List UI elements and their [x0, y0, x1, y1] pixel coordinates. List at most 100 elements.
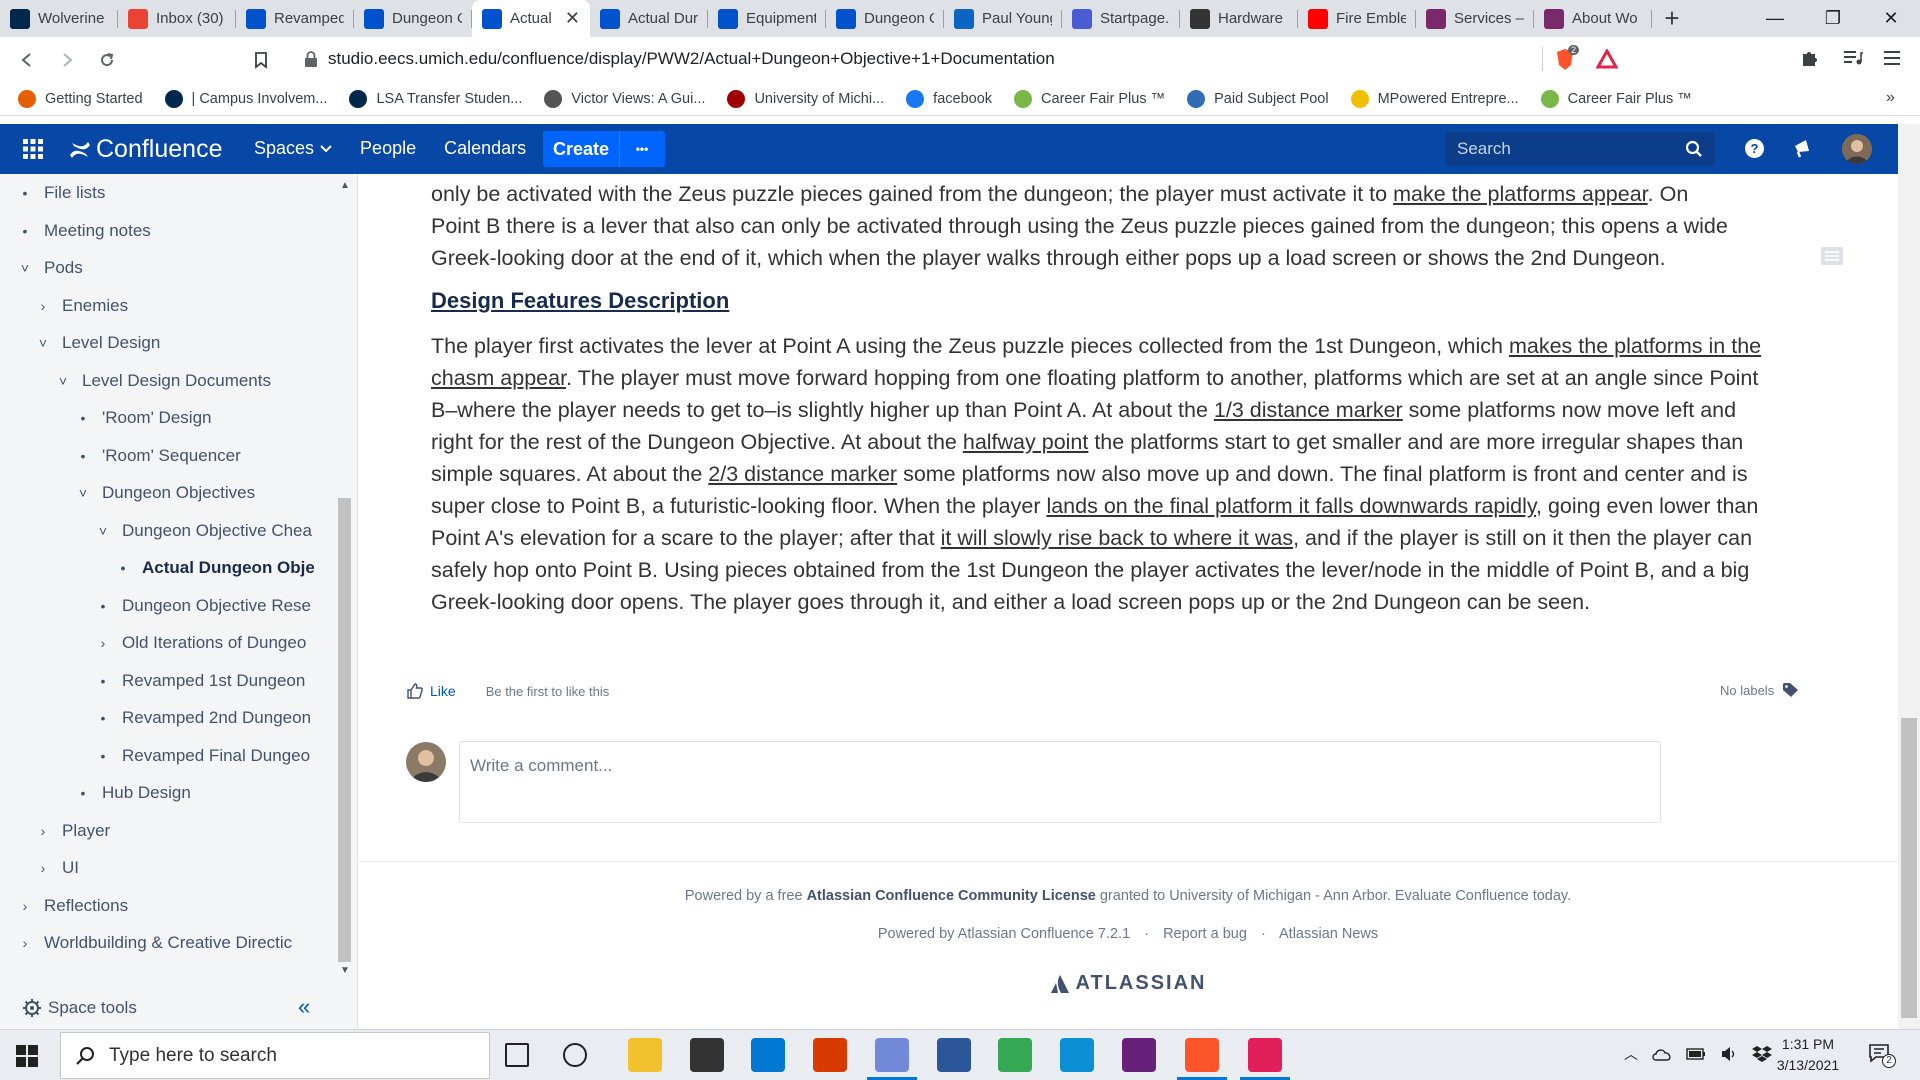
browser-tab[interactable]: About Wo — [1534, 0, 1652, 37]
brave-icon[interactable] — [1185, 1038, 1219, 1072]
browser-tab[interactable]: Hardware — [1180, 0, 1298, 37]
page-outline-button[interactable] — [1820, 246, 1844, 271]
chevron-right-icon[interactable]: › — [32, 298, 54, 314]
sidebar-item[interactable]: ˅ Dungeon Objectives — [72, 478, 314, 508]
chevron-down-icon[interactable]: ˅ — [32, 335, 54, 351]
scroll-down-arrow-icon[interactable]: ▼ — [340, 965, 350, 976]
reload-button[interactable] — [92, 45, 122, 75]
browser-tab[interactable]: Actual ✕ — [472, 0, 590, 37]
chevron-down-icon[interactable]: ˅ — [14, 260, 36, 276]
sidebar-item[interactable]: › UI — [32, 853, 314, 883]
chevron-right-icon[interactable]: › — [32, 823, 54, 839]
url-bar[interactable]: studio.eecs.umich.edu/confluence/display… — [292, 43, 1557, 75]
chevron-right-icon[interactable]: › — [14, 935, 36, 951]
clock[interactable]: 1:31 PM 3/13/2021 — [1768, 1034, 1848, 1076]
chevron-down-icon[interactable]: ˅ — [92, 523, 114, 539]
nav-calendars[interactable]: Calendars — [444, 138, 526, 159]
bookmark-item[interactable]: Victor Views: A Gui... — [544, 89, 705, 108]
inline-link[interactable]: halfway point — [963, 430, 1089, 454]
office-icon[interactable] — [813, 1038, 847, 1072]
browser-tab[interactable]: Dungeon O — [354, 0, 472, 37]
mail-icon[interactable] — [751, 1038, 785, 1072]
browser-tab[interactable]: Actual Dur — [590, 0, 708, 37]
slack-icon[interactable] — [1248, 1038, 1282, 1072]
inline-link[interactable]: 1/3 distance marker — [1214, 398, 1403, 422]
bookmark-item[interactable]: University of Michi... — [727, 89, 884, 108]
help-button[interactable]: ? — [1744, 138, 1765, 164]
bookmark-item[interactable]: facebook — [906, 89, 992, 108]
sidebar-item[interactable]: • Revamped 2nd Dungeon — [92, 703, 314, 733]
powered-by-link[interactable]: Powered by Atlassian Confluence 7.2.1 — [878, 926, 1130, 942]
sidebar-item[interactable]: • Meeting notes — [14, 216, 314, 246]
license-bold[interactable]: Atlassian Confluence Community License — [807, 888, 1096, 904]
inline-link[interactable]: 2/3 distance marker — [708, 462, 897, 486]
bookmark-item[interactable]: Paid Subject Pool — [1187, 89, 1329, 108]
extensions-button[interactable] — [1800, 48, 1820, 74]
chevron-right-icon[interactable]: › — [32, 860, 54, 876]
bookmarks-overflow-icon[interactable]: » — [1886, 89, 1895, 107]
browser-menu-button[interactable] — [1882, 48, 1902, 73]
atlassian-news-link[interactable]: Atlassian News — [1279, 926, 1378, 942]
new-tab-button[interactable]: + — [1652, 0, 1692, 37]
notifications-button[interactable] — [1792, 138, 1812, 164]
bookmark-item[interactable]: | Campus Involvem... — [164, 89, 327, 108]
inline-link[interactable]: it will slowly rise back to where it was — [941, 526, 1293, 550]
atlassian-logo[interactable]: ATLASSIAN — [358, 972, 1898, 995]
store-icon[interactable] — [690, 1038, 724, 1072]
file-explorer-icon[interactable] — [628, 1038, 662, 1072]
sidebar-item[interactable]: › Old Iterations of Dungeo — [92, 628, 314, 658]
tray-overflow-icon[interactable]: ︿ — [1624, 1044, 1638, 1064]
sidebar-item[interactable]: • Dungeon Objective Rese — [92, 591, 314, 621]
playlist-button[interactable] — [1842, 48, 1864, 73]
search-input[interactable]: Search — [1445, 132, 1715, 166]
report-bug-link[interactable]: Report a bug — [1163, 926, 1247, 942]
browser-tab[interactable]: Startpage.c — [1062, 0, 1180, 37]
collapse-sidebar-button[interactable]: « — [298, 994, 310, 1020]
brave-shields-button[interactable]: 2 — [1554, 45, 1580, 72]
page-scroll-thumb[interactable] — [1901, 718, 1917, 1018]
edge-icon[interactable] — [1060, 1038, 1094, 1072]
start-button[interactable] — [16, 1045, 38, 1072]
scroll-up-arrow-icon[interactable]: ▲ — [340, 180, 350, 191]
sidebar-item[interactable]: › Reflections — [14, 891, 314, 921]
sidebar-item[interactable]: • Hub Design — [72, 778, 314, 808]
sidebar-item[interactable]: • Revamped 1st Dungeon — [92, 666, 314, 696]
chevron-down-icon[interactable]: ˅ — [52, 373, 74, 389]
tag-icon[interactable] — [1782, 682, 1800, 698]
chevron-right-icon[interactable]: › — [92, 635, 114, 651]
make-platforms-appear-link[interactable]: make the platforms appear — [1393, 182, 1648, 206]
sidebar-item[interactable]: › Player — [32, 816, 314, 846]
minimize-button[interactable]: — — [1746, 0, 1804, 37]
sidebar-item[interactable]: • 'Room' Design — [72, 403, 314, 433]
sidebar-item[interactable]: • 'Room' Sequencer — [72, 441, 314, 471]
visual-studio-icon[interactable] — [1122, 1038, 1156, 1072]
sidebar-item[interactable]: ˅ Level Design — [32, 328, 314, 358]
sidebar-scroll-thumb[interactable] — [338, 498, 351, 962]
browser-tab[interactable]: Wolverine — [0, 0, 118, 37]
bookmark-item[interactable]: Career Fair Plus ™ — [1014, 89, 1165, 108]
browser-tab[interactable]: Fire Emble — [1298, 0, 1416, 37]
confluence-logo[interactable]: Confluence — [68, 135, 222, 164]
inline-link[interactable]: lands on the final platform it falls dow… — [1046, 494, 1536, 518]
bookmark-item[interactable]: Career Fair Plus ™ — [1540, 89, 1692, 108]
user-avatar[interactable] — [1842, 134, 1872, 164]
discord-icon[interactable] — [875, 1038, 909, 1072]
bookmark-item[interactable]: LSA Transfer Studen... — [349, 89, 522, 108]
forward-button[interactable] — [52, 45, 82, 75]
taskbar-search-box[interactable]: Type here to search — [60, 1032, 490, 1079]
onedrive-icon[interactable] — [1652, 1047, 1672, 1061]
browser-tab[interactable]: Paul Young — [944, 0, 1062, 37]
browser-tab[interactable]: Revamped — [236, 0, 354, 37]
browser-tab[interactable]: Dungeon O — [826, 0, 944, 37]
close-window-button[interactable]: ✕ — [1862, 0, 1920, 37]
close-tab-icon[interactable]: ✕ — [565, 8, 580, 29]
sidebar-item-current[interactable]: • Actual Dungeon Obje — [112, 553, 314, 583]
bookmark-item[interactable]: MPowered Entrepre... — [1350, 89, 1519, 108]
speaker-icon[interactable] — [1720, 1046, 1738, 1062]
app-switcher-button[interactable] — [22, 138, 44, 165]
bookmark-item[interactable]: Getting Started — [18, 89, 143, 108]
nav-people[interactable]: People — [360, 138, 416, 159]
sidebar-item[interactable]: › Worldbuilding & Creative Directic — [14, 928, 314, 958]
space-tools-button[interactable]: Space tools — [22, 998, 137, 1018]
sidebar-item[interactable]: › Enemies — [32, 291, 314, 321]
